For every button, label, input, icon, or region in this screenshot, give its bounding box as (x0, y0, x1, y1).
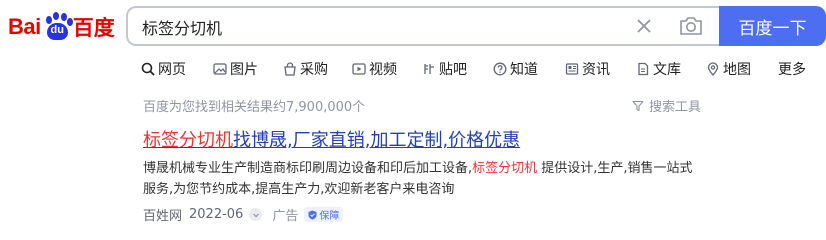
clear-icon[interactable] (635, 17, 653, 35)
tab-zhidao[interactable]: 知道 (493, 58, 538, 80)
tab-label: 采购 (300, 62, 328, 78)
tab-images[interactable]: 图片 (213, 58, 258, 80)
result-source[interactable]: 百姓网 (143, 205, 182, 224)
logo-text-bai: Bai (8, 14, 41, 39)
tab-web[interactable]: 网页 (141, 58, 186, 80)
paw-logo-icon: du (42, 12, 73, 42)
tab-label: 视频 (369, 62, 397, 78)
map-icon (707, 62, 719, 76)
tab-label: 更多 (778, 62, 806, 78)
badge-label: 保障 (319, 211, 340, 222)
document-icon (638, 62, 649, 76)
tab-label: 地图 (723, 62, 751, 78)
chevron-down-icon[interactable] (249, 208, 263, 221)
camera-icon[interactable] (679, 15, 703, 37)
result-description: 博晟机械专业生产制造商标印刷周边设备和印后加工设备,标签分切机 提供设计,生产,… (143, 158, 703, 200)
ad-label[interactable]: 广告 (272, 205, 298, 224)
result-title-highlight: 标签分切机 (143, 130, 233, 151)
tab-label: 网页 (158, 62, 186, 78)
baidu-logo[interactable]: Bai du 百度 (8, 10, 115, 44)
video-icon (352, 63, 366, 75)
tieba-icon (424, 64, 434, 74)
search-tools-button[interactable]: 搜索工具 (632, 96, 701, 115)
tab-label: 知道 (510, 62, 538, 78)
news-icon (565, 63, 579, 75)
tab-label: 文库 (653, 62, 681, 78)
tab-video[interactable]: 视频 (352, 58, 397, 80)
tab-news[interactable]: 资讯 (565, 58, 610, 80)
tab-more[interactable]: 更多 (778, 58, 806, 80)
search-icon (141, 62, 155, 76)
filter-icon (632, 100, 644, 111)
logo-text-zh: 百度 (72, 16, 115, 40)
image-icon (213, 63, 227, 75)
search-box (126, 6, 719, 46)
search-tabs: 网页 图片 采购 视频 贴吧 知道 资讯 文库 地图 更多 (141, 58, 806, 80)
search-tools-label: 搜索工具 (649, 100, 702, 115)
question-icon (493, 62, 507, 76)
tab-label: 贴吧 (439, 62, 467, 78)
desc-pre: 博晟机械专业生产制造商标印刷周边设备和印后加工设备, (143, 161, 473, 176)
result-meta: 百姓网 2022-06 广告 保障 (143, 205, 344, 224)
tab-wenku[interactable]: 文库 (636, 58, 681, 80)
shopping-icon (284, 62, 296, 76)
tab-label: 资讯 (582, 62, 610, 78)
tab-tieba[interactable]: 贴吧 (422, 58, 467, 80)
tab-shopping[interactable]: 采购 (283, 58, 328, 80)
shield-check-icon (308, 210, 317, 219)
tab-label: 图片 (230, 62, 258, 78)
logo-text-du: du (50, 24, 64, 36)
result-title-rest: 找博晟,厂家直销,加工定制,价格优惠 (233, 130, 521, 151)
search-input[interactable] (142, 15, 622, 39)
result-title-link[interactable]: 标签分切机找博晟,厂家直销,加工定制,价格优惠 (143, 126, 520, 152)
desc-highlight: 标签分切机 (472, 161, 538, 176)
guarantee-badge[interactable]: 保障 (304, 207, 344, 222)
result-count: 百度为您找到相关结果约7,900,000个 (143, 100, 366, 115)
result-date: 2022-06 (189, 207, 244, 222)
tab-map[interactable]: 地图 (706, 58, 751, 80)
search-button[interactable]: 百度一下 (719, 6, 826, 46)
